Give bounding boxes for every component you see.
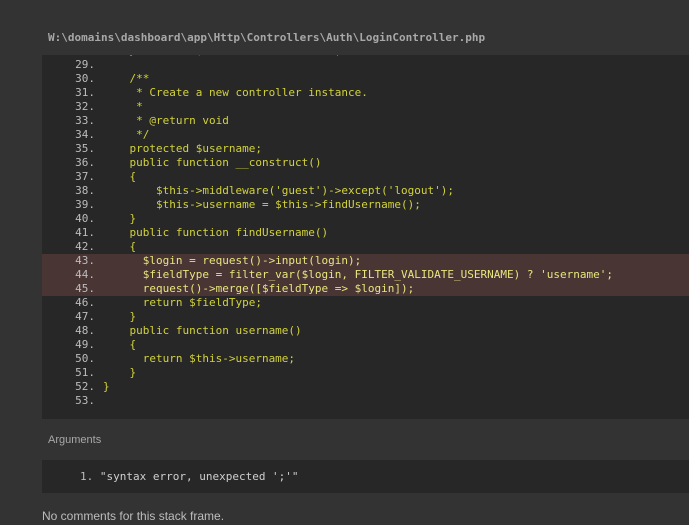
- line-code: {: [103, 240, 137, 253]
- line-code: {: [103, 338, 137, 351]
- code-line: 29.: [42, 58, 689, 72]
- code-line: 35. protected $username;: [42, 142, 689, 156]
- line-code: $login = request()->input(login);: [103, 254, 362, 267]
- line-code: $fieldType = filter_var($login, FILTER_V…: [103, 268, 613, 281]
- line-code: }: [103, 366, 137, 379]
- code-line: 49. {: [42, 338, 689, 352]
- code-line: 39. $this->username = $this->findUsernam…: [42, 198, 689, 212]
- line-number: 49.: [75, 338, 95, 351]
- line-number: 50.: [75, 352, 95, 365]
- code-line: 52.}: [42, 380, 689, 394]
- line-number: 53.: [75, 394, 95, 407]
- code-line: 42. {: [42, 240, 689, 254]
- line-number: 41.: [75, 226, 95, 239]
- line-number: 38.: [75, 184, 95, 197]
- line-number: 40.: [75, 212, 95, 225]
- line-code: public function username(): [103, 324, 302, 337]
- line-code: /**: [103, 72, 150, 85]
- code-line: 46. return $fieldType;: [42, 296, 689, 310]
- argument-item: 1. "syntax error, unexpected ';'": [80, 470, 299, 484]
- line-number: 48.: [75, 324, 95, 337]
- line-code: $this->username = $this->findUsername();: [103, 198, 421, 211]
- file-path: W:\domains\dashboard\app\Http\Controller…: [48, 31, 486, 44]
- line-code: }: [103, 310, 137, 323]
- line-number: 52.: [75, 380, 95, 393]
- argument-number: 1.: [80, 470, 94, 483]
- line-number: 32.: [75, 100, 95, 113]
- line-number: 29.: [75, 58, 95, 71]
- code-line-highlighted: 43. $login = request()->input(login);: [42, 254, 689, 268]
- line-number: 46.: [75, 296, 95, 309]
- line-code: protected $username;: [103, 142, 262, 155]
- code-line: 41. public function findUsername(): [42, 226, 689, 240]
- line-number: 33.: [75, 114, 95, 127]
- line-number: 47.: [75, 310, 95, 323]
- line-code: return $this->username;: [103, 352, 296, 365]
- code-line: 47. }: [42, 310, 689, 324]
- code-line: 38. $this->middleware('guest')->except('…: [42, 184, 689, 198]
- code-line: 48. public function username(): [42, 324, 689, 338]
- line-number: 39.: [75, 198, 95, 211]
- line-number: 36.: [75, 156, 95, 169]
- code-line: 51. }: [42, 366, 689, 380]
- line-code: }: [103, 380, 110, 393]
- code-line: 50. return $this->username;: [42, 352, 689, 366]
- line-number: 31.: [75, 86, 95, 99]
- code-line: 30. /**: [42, 72, 689, 86]
- arguments-title: Arguments: [48, 434, 102, 446]
- code-line: 37. {: [42, 170, 689, 184]
- code-line: 32. *: [42, 100, 689, 114]
- line-number: 35.: [75, 142, 95, 155]
- line-number: 44.: [75, 268, 95, 281]
- line-number: 34.: [75, 128, 95, 141]
- line-number: 30.: [75, 72, 95, 85]
- arguments-panel: 1. "syntax error, unexpected ';'": [42, 460, 689, 493]
- line-code: * @return void: [103, 114, 229, 127]
- line-number: 45.: [75, 282, 95, 295]
- line-code: return $fieldType;: [103, 296, 262, 309]
- code-line: 40. }: [42, 212, 689, 226]
- code-line-highlighted: 44. $fieldType = filter_var($login, FILT…: [42, 268, 689, 282]
- line-code: public function __construct(): [103, 156, 322, 169]
- code-line: 33. * @return void: [42, 114, 689, 128]
- line-code: }: [103, 212, 137, 225]
- code-viewer: 28. protected $redirectTo = '/home';29.3…: [42, 55, 689, 419]
- code-line: 53.: [42, 394, 689, 408]
- code-line-highlighted: 45. request()->merge([$fieldType => $log…: [42, 282, 689, 296]
- line-code: public function findUsername(): [103, 226, 329, 239]
- line-code: */: [103, 128, 150, 141]
- line-number: 37.: [75, 170, 95, 183]
- line-number: 42.: [75, 240, 95, 253]
- code-line: 34. */: [42, 128, 689, 142]
- no-comments-message: No comments for this stack frame.: [42, 509, 225, 523]
- line-number: 43.: [75, 254, 95, 267]
- line-code: * Create a new controller instance.: [103, 86, 368, 99]
- line-code: *: [103, 100, 143, 113]
- code-line: 31. * Create a new controller instance.: [42, 86, 689, 100]
- line-code: $this->middleware('guest')->except('logo…: [103, 184, 454, 197]
- argument-value: "syntax error, unexpected ';'": [99, 470, 299, 483]
- line-code: {: [103, 170, 137, 183]
- line-number: 51.: [75, 366, 95, 379]
- line-code: request()->merge([$fieldType => $login])…: [103, 282, 415, 295]
- code-line: 36. public function __construct(): [42, 156, 689, 170]
